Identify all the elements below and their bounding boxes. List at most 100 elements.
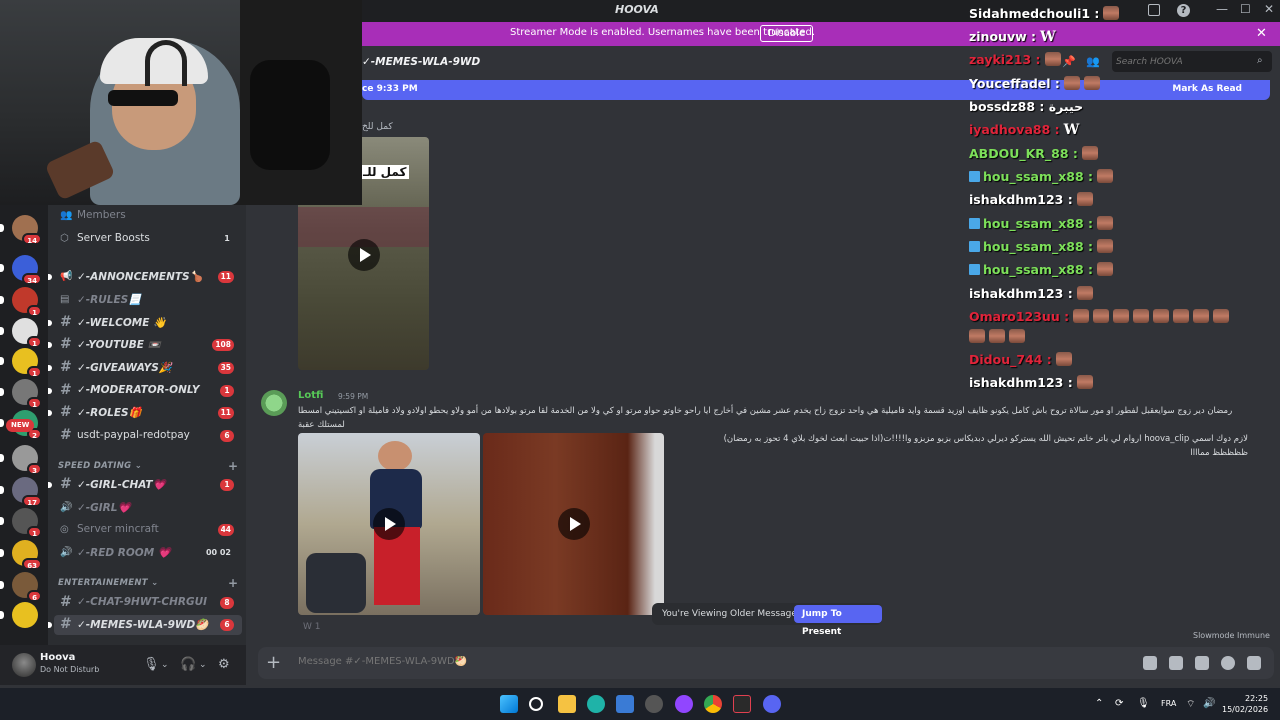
- message-author[interactable]: Lotfi: [298, 390, 323, 401]
- server-badge: 6: [27, 590, 42, 602]
- tray-chevron-icon[interactable]: ⌃: [1095, 698, 1103, 709]
- author-avatar[interactable]: [261, 390, 287, 416]
- channel-item[interactable]: 📢 ✓-ANNONCEMENTS🍗 11: [48, 267, 242, 287]
- channel-item[interactable]: # ✓-ROLES🎁 11: [48, 403, 242, 423]
- channel-label: ✓-GIRL-CHAT💗: [77, 479, 166, 491]
- server-icon[interactable]: 1: [12, 508, 42, 538]
- channel-item[interactable]: # ✓-GIVEAWAYS🎉 35: [48, 358, 242, 378]
- microphone-icon[interactable]: 🎙: [143, 657, 160, 672]
- chat-username: Sidahmedchouli1 :: [969, 6, 1100, 21]
- server-icon[interactable]: 3: [12, 445, 42, 475]
- media-player-icon[interactable]: [733, 695, 751, 713]
- server-icon[interactable]: 17: [12, 477, 42, 507]
- unread-indicator: [48, 482, 52, 488]
- emoji-icon[interactable]: [1221, 656, 1235, 670]
- channel-item[interactable]: ◎ Server mincraft 44: [54, 520, 242, 540]
- category-entertainement[interactable]: ENTERTAINEMENT ⌄ +: [58, 576, 238, 590]
- jump-to-present-button[interactable]: Jump To Present: [794, 605, 882, 637]
- channel-item[interactable]: ▤ ✓-RULES📃: [54, 290, 242, 310]
- channel-item[interactable]: # usdt-paypal-redotpay 6: [54, 426, 242, 446]
- server-icon[interactable]: 1: [12, 348, 42, 378]
- network-icon[interactable]: ⌔: [1186, 698, 1195, 711]
- server-icon[interactable]: 63: [12, 540, 42, 570]
- username[interactable]: Hoova: [40, 652, 75, 663]
- start-icon[interactable]: [500, 695, 518, 713]
- server-icon[interactable]: 1: [12, 287, 42, 317]
- search-icon[interactable]: [529, 697, 543, 711]
- reaction-w[interactable]: W 1: [303, 622, 321, 632]
- obs-icon[interactable]: [645, 695, 663, 713]
- mention-badge: 8: [220, 597, 234, 609]
- channel-label: ✓-RULES📃: [77, 294, 142, 306]
- server-icon[interactable]: 1: [12, 318, 42, 348]
- avatar[interactable]: [12, 653, 36, 677]
- chevron-down-icon[interactable]: ⌄: [199, 660, 207, 670]
- channel-type-icon: 🔊: [60, 547, 73, 558]
- channel-item[interactable]: 🔊 ✓-RED ROOM 💗 00 02: [54, 543, 242, 563]
- clock[interactable]: 22:25 15/02/2026: [1222, 693, 1268, 715]
- message-input[interactable]: [298, 656, 998, 667]
- app-icon[interactable]: [675, 695, 693, 713]
- face-emote-icon: [1193, 309, 1210, 323]
- video-overlay-text: كمل للـ: [360, 165, 410, 179]
- play-icon[interactable]: [348, 239, 380, 271]
- gift-icon[interactable]: [1143, 656, 1157, 670]
- volume-icon[interactable]: 🔊: [1203, 698, 1215, 709]
- face-emote-icon: [1097, 239, 1114, 253]
- add-attachment-button[interactable]: +: [266, 652, 281, 673]
- category-speed-dating[interactable]: SPEED DATING ⌄ +: [58, 459, 238, 473]
- video-attachment-2[interactable]: [298, 433, 480, 615]
- chevron-down-icon[interactable]: ⌄: [161, 660, 169, 670]
- server-icon[interactable]: 6: [12, 572, 42, 602]
- chat-line: hou_ssam_x88 :: [969, 239, 1114, 254]
- store-icon[interactable]: [616, 695, 634, 713]
- video-attachment-3[interactable]: [483, 433, 664, 615]
- channel-item[interactable]: # ✓-MODERATOR-ONLY 1: [48, 381, 242, 401]
- sync-icon[interactable]: ⟳: [1115, 698, 1123, 709]
- unread-pill: [0, 388, 4, 396]
- headphones-icon[interactable]: 🎧: [180, 657, 196, 672]
- mention-badge: 35: [217, 362, 234, 374]
- discord-icon[interactable]: [763, 695, 781, 713]
- unread-pill: [0, 224, 4, 232]
- chrome-icon[interactable]: [704, 695, 722, 713]
- channel-item[interactable]: 🔊 ✓-GIRL💗: [54, 498, 242, 518]
- server-icon[interactable]: 34: [12, 255, 42, 285]
- chat-username: hou_ssam_x88 :: [983, 216, 1094, 231]
- sticker-icon[interactable]: [1195, 656, 1209, 670]
- unread-indicator: [48, 274, 52, 280]
- mic-tray-icon[interactable]: 🎙: [1137, 698, 1150, 709]
- play-icon[interactable]: [373, 508, 405, 540]
- server-icon[interactable]: 14: [12, 215, 42, 245]
- mention-badge: 108: [212, 339, 234, 351]
- channel-item[interactable]: # ✓-GIRL-CHAT💗 1: [48, 475, 242, 495]
- hash-icon: #: [60, 404, 72, 420]
- language-indicator[interactable]: FRA: [1161, 699, 1176, 708]
- server-icon[interactable]: [12, 602, 38, 628]
- chat-username: zayki213 :: [969, 52, 1041, 67]
- server-badge: 17: [22, 495, 42, 507]
- disable-streamer-mode-button[interactable]: Disable: [760, 25, 814, 42]
- apps-icon[interactable]: [1247, 656, 1261, 670]
- channel-item[interactable]: # ✓-MEMES-WLA-9WD🥙 6: [48, 615, 242, 635]
- channel-item[interactable]: ⬡ Server Boosts 1: [54, 229, 242, 249]
- channel-item[interactable]: # ✓-CHAT-9HWT-CHRGUI 8: [54, 593, 242, 613]
- face-emote-icon: [1009, 329, 1025, 343]
- chat-username: zinouvw :: [969, 29, 1036, 44]
- chat-username: ishakdhm123 :: [969, 375, 1073, 390]
- gear-icon[interactable]: ⚙: [218, 657, 230, 672]
- chat-line: hou_ssam_x88 :: [969, 169, 1114, 184]
- play-icon[interactable]: [558, 508, 590, 540]
- add-channel-icon[interactable]: +: [228, 576, 238, 590]
- mention-badge: 00 02: [205, 548, 231, 557]
- channel-item[interactable]: # ✓-YOUTUBE 📼 108: [48, 335, 242, 355]
- channel-item[interactable]: # ✓-WELCOME 👋: [48, 313, 242, 333]
- server-icon[interactable]: 1: [12, 379, 42, 409]
- chat-username: Youceffadel :: [969, 76, 1060, 91]
- face-emote-icon: [1097, 262, 1114, 276]
- add-channel-icon[interactable]: +: [228, 459, 238, 473]
- channel-item[interactable]: 👥 Members: [54, 206, 242, 226]
- gif-icon[interactable]: [1169, 656, 1183, 670]
- file-explorer-icon[interactable]: [558, 695, 576, 713]
- edge-icon[interactable]: [587, 695, 605, 713]
